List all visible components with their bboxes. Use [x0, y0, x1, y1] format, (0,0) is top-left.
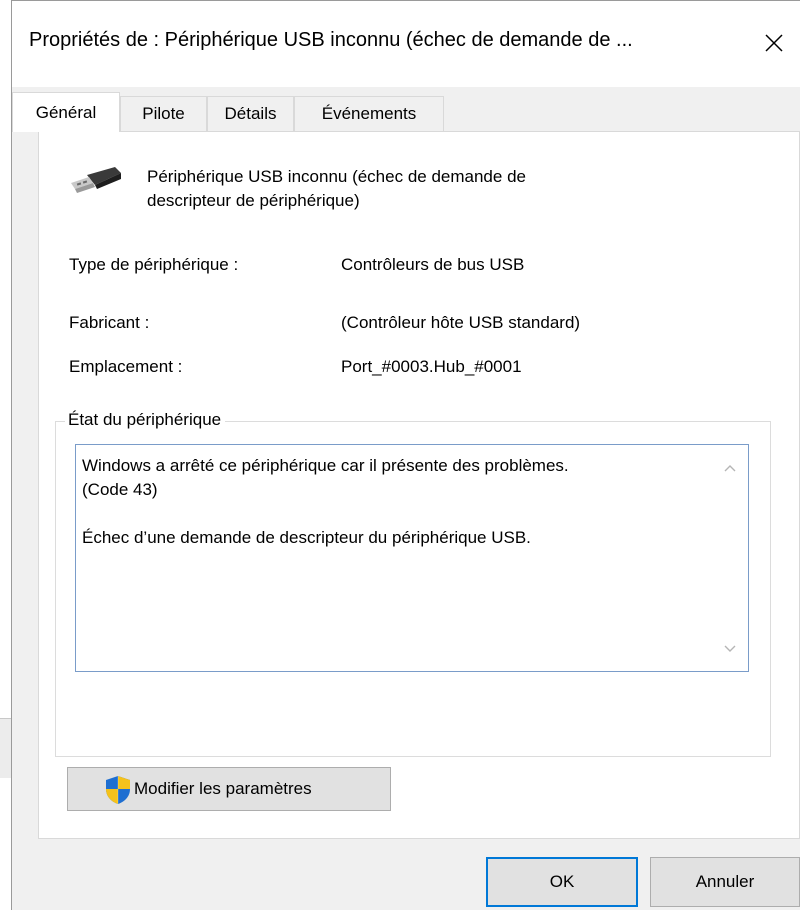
tab-general[interactable]: Général: [12, 92, 120, 132]
ok-button[interactable]: OK: [486, 857, 638, 907]
close-icon: [765, 34, 783, 52]
device-status-textbox[interactable]: Windows a arrêté ce périphérique car il …: [75, 444, 749, 672]
chevron-down-icon: [724, 645, 736, 652]
device-type-value: Contrôleurs de bus USB: [341, 255, 525, 274]
tab-details[interactable]: Détails: [207, 96, 294, 131]
device-status-text: Windows a arrêté ce périphérique car il …: [82, 456, 569, 547]
chevron-up-icon: [724, 465, 736, 472]
uac-shield-icon: [106, 776, 130, 804]
location-value: Port_#0003.Hub_#0001: [341, 357, 522, 376]
device-type-label: Type de périphérique :: [69, 255, 239, 274]
device-status-label: État du périphérique: [65, 410, 226, 430]
change-settings-label: Modifier les paramètres: [134, 779, 312, 798]
scroll-up-button[interactable]: [722, 461, 738, 475]
close-button[interactable]: [752, 23, 796, 63]
scroll-down-button[interactable]: [722, 642, 738, 656]
location-label: Emplacement :: [69, 357, 183, 376]
usb-plug-icon: [71, 167, 121, 193]
tab-events[interactable]: Événements: [294, 96, 444, 131]
general-tab-panel: Périphérique USB inconnu (échec de deman…: [38, 131, 800, 839]
manufacturer-value: (Contrôleur hôte USB standard): [341, 313, 581, 332]
change-settings-button[interactable]: Modifier les paramètres: [67, 767, 391, 811]
tab-driver[interactable]: Pilote: [120, 96, 207, 131]
properties-dialog: Propriétés de : Périphérique USB inconnu…: [11, 0, 800, 910]
device-name: Périphérique USB inconnu (échec de deman…: [147, 167, 526, 210]
cancel-button[interactable]: Annuler: [650, 857, 800, 907]
manufacturer-label: Fabricant :: [69, 313, 150, 332]
window-title: Propriétés de : Périphérique USB inconnu…: [29, 29, 633, 51]
title-bar: Propriétés de : Périphérique USB inconnu…: [12, 1, 800, 87]
